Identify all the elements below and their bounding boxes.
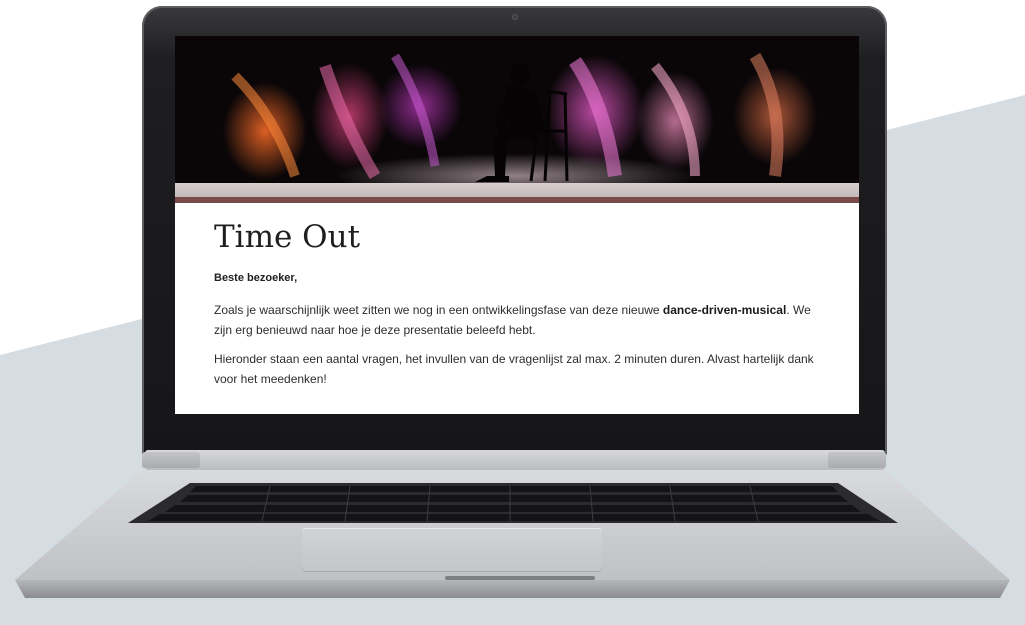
- trackpad: [302, 528, 602, 572]
- laptop-front-notch: [445, 576, 595, 580]
